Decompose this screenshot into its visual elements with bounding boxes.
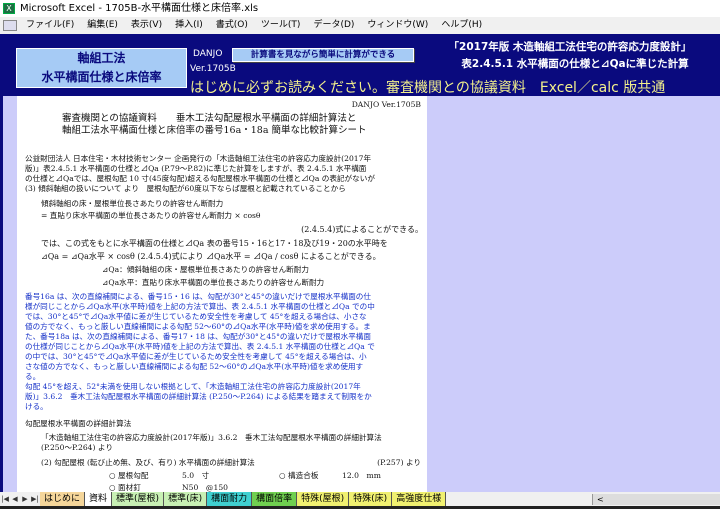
menu-window[interactable]: ウィンドウ(W) xyxy=(367,17,428,34)
intro-line: 版)」表2.4.5.1 水平構面の仕様と⊿Qa (P.79～P.82)に準じた計… xyxy=(25,164,367,173)
prev-sheet-icon[interactable]: ◀ xyxy=(10,492,20,506)
reference-line: (P.250～P.264) より xyxy=(41,443,113,452)
note-line: た、番号18a は、次の直線補間による、番号17・18 は、勾配が30°と45°… xyxy=(25,332,371,341)
menu-file[interactable]: ファイル(F) xyxy=(26,17,74,34)
logo-line2: 水平構面仕様と床倍率 xyxy=(41,70,162,84)
reference-title: 「2017年版 木造軸組工法住宅の許容応力度設計」 xyxy=(448,41,692,53)
horizontal-scrollbar[interactable]: < xyxy=(592,494,720,505)
menu-edit[interactable]: 編集(E) xyxy=(87,17,118,34)
menu-format[interactable]: 書式(O) xyxy=(216,17,248,34)
note-line: の仕様が同じことから⊿Qa水平(水平時)値を上記の方法で算出、表 2.4.5.1… xyxy=(25,342,375,351)
row-margin xyxy=(0,96,17,492)
note-line: さな値の方でなく、もっと厳しい直線補間による勾配 52～60°の⊿Qa水平(水平… xyxy=(25,362,364,371)
version-label: Ver.1705B xyxy=(190,64,236,74)
menu-bar: ファイル(F) 編集(E) 表示(V) 挿入(I) 書式(O) ツール(T) データ(D) ウ… xyxy=(0,17,720,34)
note-line: 様が同じことから⊿Qa水平(水平時)値を上記の方法で算出、表 2.4.5.1 水… xyxy=(25,302,375,311)
item-value[interactable]: 12.0 mm xyxy=(342,471,381,481)
formula-line: = 直貼り床水平構面の単位長さあたりの許容せん断耐力 × cosθ xyxy=(41,211,261,220)
menu-view[interactable]: 表示(V) xyxy=(131,17,162,34)
section-heading: 勾配屋根水平構面の詳細計算法 xyxy=(25,419,132,428)
item-label: ○ 屋根勾配 xyxy=(109,471,149,480)
tab-shiryo[interactable]: 資料 xyxy=(85,492,113,506)
document-page: DANJO Ver.1705B 審査機関との協議資料 垂木工法勾配屋根水平構面の… xyxy=(17,96,427,492)
tab-plane-strength[interactable]: 構面耐力 xyxy=(207,492,253,506)
subsection-page: (P.257) より xyxy=(377,458,421,467)
tab-plane-ratio[interactable]: 構面倍率 xyxy=(252,492,298,506)
note-line: では、30°と45°で⊿Qa水平値に差が生じているため安全性を考慮して 45°を… xyxy=(25,312,367,321)
note-line: 値の方でなく、もっと厳しい直線補間による勾配 52～60°の⊿Qa水平(水平時)… xyxy=(25,322,371,331)
intro-line: (3) 傾斜軸組の扱いについて より 屋根勾配が60度以下ならば屋根と記載されて… xyxy=(25,184,346,193)
note-line: ける。 xyxy=(25,402,48,411)
menu-help[interactable]: ヘルプ(H) xyxy=(441,17,482,34)
tab-special-roof[interactable]: 特殊(屋根) xyxy=(297,492,350,506)
tab-high-strength[interactable]: 高強度仕様 xyxy=(392,492,447,506)
workbook-icon[interactable] xyxy=(3,20,17,31)
tab-special-floor[interactable]: 特殊(床) xyxy=(349,492,393,506)
page-version: DANJO Ver.1705B xyxy=(351,100,421,109)
first-sheet-icon[interactable]: |◀ xyxy=(0,492,10,506)
scroll-left-icon[interactable]: < xyxy=(597,495,604,504)
calc-sheet-button[interactable]: 計算書を見ながら簡単に計算ができる xyxy=(232,48,414,62)
formula-line: 傾斜軸組の床・屋根単位長さあたりの許容せん断耐力 xyxy=(41,199,224,208)
last-sheet-icon[interactable]: ▶| xyxy=(30,492,40,506)
tab-hajimeni[interactable]: はじめに xyxy=(40,492,86,506)
excel-icon: X xyxy=(3,3,15,14)
page-title-1: 審査機関との協議資料 垂木工法勾配屋根水平構面の詳細計算法と xyxy=(62,113,357,124)
banner-text: はじめに必ずお読みください。審査機関との協議資料 Excel／calc 版共通 xyxy=(190,80,666,96)
formula-line: (2.4.5.4)式によることができる。 xyxy=(301,225,423,234)
tab-standard-roof[interactable]: 標準(屋根) xyxy=(112,492,165,506)
logo-line1: 軸組工法 xyxy=(77,51,126,65)
menu-insert[interactable]: 挿入(I) xyxy=(175,17,203,34)
note-line: る。 xyxy=(25,372,41,381)
next-sheet-icon[interactable]: ▶ xyxy=(20,492,30,506)
reference-line: 「木造軸組工法住宅の許容応力度設計(2017年版)」3.6.2 垂木工法勾配屋根… xyxy=(41,433,382,442)
subsection-heading: (2) 勾配屋根 (転び止め無、及び、有り) 水平構面の詳細計算法 xyxy=(41,458,255,467)
menu-data[interactable]: データ(D) xyxy=(313,17,354,34)
intro-line: の仕様と⊿Qaでは、屋根勾配 10 寸(45度勾配)超える勾配屋根水平構面の仕様… xyxy=(25,174,375,183)
note-line: 勾配 45°を超え、52°未満を使用しない根拠として、「木造軸組工法住宅の許容応… xyxy=(25,382,361,391)
title-bar: X Microsoft Excel - 1705B-水平構面仕様と床倍率.xls xyxy=(0,0,720,17)
sheet-header: 軸組工法水平構面仕様と床倍率 DANJO Ver.1705B 計算書を見ながら簡… xyxy=(0,34,720,96)
intro-line: 公益財団法人 日本住宅・木材技術センター 企画発行の「木造軸組工法住宅の許容応力… xyxy=(25,154,372,163)
formula-line: ⊿Qa = ⊿Qa水平 × cosθ (2.4.5.4)式により ⊿Qa水平 =… xyxy=(41,252,381,261)
note-line: 番号16a は、次の直線補間による、番号15・16 は、勾配が30°と45°の違… xyxy=(25,292,371,301)
tab-standard-floor[interactable]: 標準(床) xyxy=(164,492,208,506)
page-title-2: 軸組工法水平構面仕様と床倍率の番号16a・18a 簡単な比較計算シート xyxy=(62,125,367,136)
formula-line: では、この式をもとに水平構面の仕様と⊿Qa 表の番号15・16と17・18及び1… xyxy=(41,239,388,248)
danjo-label: DANJO xyxy=(193,49,223,59)
menu-tools[interactable]: ツール(T) xyxy=(261,17,301,34)
window-title: Microsoft Excel - 1705B-水平構面仕様と床倍率.xls xyxy=(20,3,259,14)
item-label: ○ 構造合板 xyxy=(279,471,319,480)
item-value[interactable]: 5.0 寸 xyxy=(182,471,209,481)
note-line: の中では、30°と45°で⊿Qa水平値に差が生じているため安全性を考慮して 45… xyxy=(25,352,367,361)
app-logo-box: 軸組工法水平構面仕様と床倍率 xyxy=(16,48,187,88)
formula-line: ⊿Qa：傾斜軸組の床・屋根単位長さあたりの許容せん断耐力 xyxy=(102,265,309,274)
note-line: 版)」3.6.2 垂木工法勾配屋根水平構面の詳細計算法 (P.250～P.264… xyxy=(25,392,372,401)
formula-line: ⊿Qa水平：直貼り床水平構面の単位長さあたりの許容せん断耐力 xyxy=(102,278,325,287)
table-title: 表2.4.5.1 水平構面の仕様と⊿Qaに準じた計算 xyxy=(461,58,689,70)
